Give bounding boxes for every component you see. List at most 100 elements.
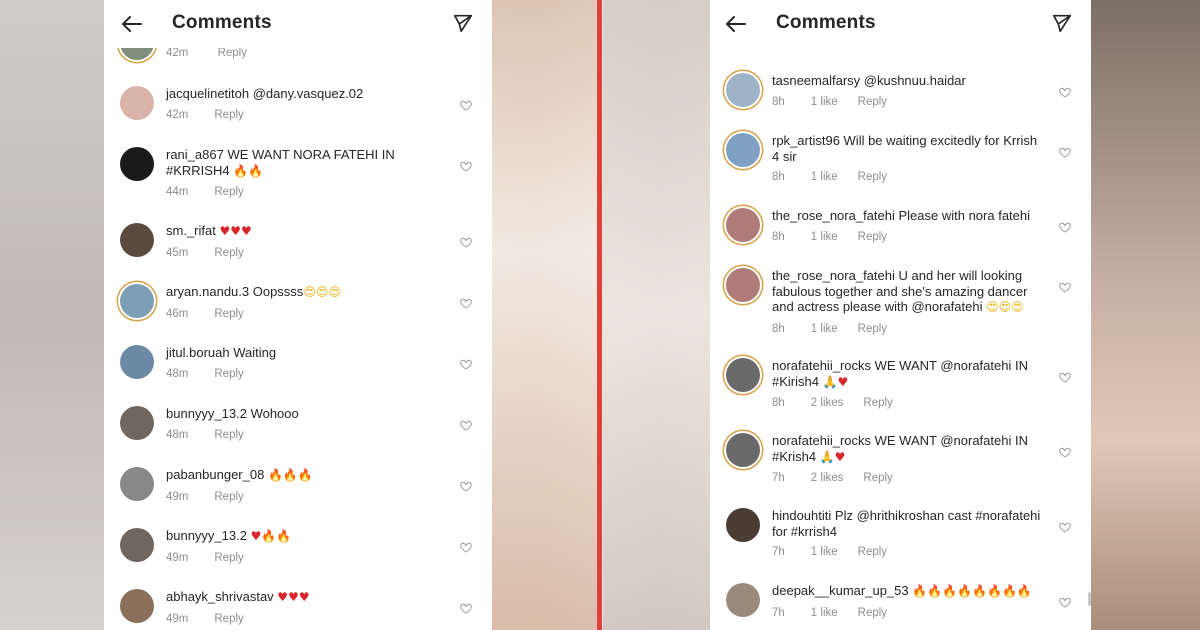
avatar[interactable] [120,147,154,181]
username[interactable]: hindouhtiti [772,508,831,523]
likes-count[interactable]: 1 like [811,230,838,246]
reply-link[interactable]: Reply [214,428,243,444]
avatar[interactable] [726,268,760,302]
comment-time: 8h [772,171,785,183]
reply-link[interactable]: Reply [858,606,887,622]
comment-meta: 44m Reply [166,185,448,201]
comment-meta: 8h 1 like Reply [772,95,1047,111]
username[interactable]: pabanbunger_08 [166,467,264,482]
reply-link[interactable]: Reply [214,551,243,567]
username[interactable]: bunnyyy_13.2 [166,528,247,543]
avatar[interactable] [120,467,154,501]
avatar[interactable] [120,86,154,120]
send-icon[interactable] [1051,12,1073,34]
comment-text-line: sm._rifat ♥♥♥ [166,223,448,240]
avatar[interactable] [726,583,760,617]
username[interactable]: abhayk_shrivastav [166,589,274,604]
username[interactable]: bunnyyy_13.2 [166,406,247,421]
username[interactable]: tasneemalfarsy [772,73,860,88]
heart-outline-icon[interactable] [460,601,472,614]
heart-outline-icon[interactable] [460,98,472,111]
likes-count[interactable]: 1 like [811,606,838,622]
reply-link[interactable]: Reply [214,307,243,323]
username[interactable]: the_rose_nora_fatehi [772,268,895,283]
reply-link[interactable]: Reply [863,396,892,412]
heart-outline-icon[interactable] [1059,280,1071,293]
avatar[interactable] [120,589,154,623]
avatar[interactable] [726,433,760,467]
comment-body: jitul.boruah Waiting 48m Reply [166,345,448,382]
username[interactable]: jacquelinetitoh [166,86,249,101]
avatar[interactable] [120,528,154,562]
likes-count[interactable]: 1 like [811,545,838,561]
username[interactable]: rpk_artist96 [772,133,840,148]
heart-outline-icon[interactable] [1059,595,1071,608]
scrollbar[interactable] [1088,592,1091,606]
avatar[interactable] [120,406,154,440]
reply-link[interactable]: Reply [218,47,247,59]
heart-outline-icon[interactable] [460,159,472,172]
reply-link[interactable]: Reply [214,490,243,506]
reply-link[interactable]: Reply [214,246,243,262]
heart-outline-icon[interactable] [1059,445,1071,458]
comment-text-line: aryan.nandu.3 Oopssss😍😍😍 [166,284,448,301]
username[interactable]: norafatehii_rocks [772,433,871,448]
avatar[interactable] [726,508,760,542]
split-divider [597,0,602,630]
avatar[interactable] [120,284,154,318]
username[interactable]: the_rose_nora_fatehi [772,208,895,223]
comment-meta: 49m Reply [166,551,448,567]
reply-link[interactable]: Reply [214,612,243,628]
username[interactable]: jitul.boruah [166,345,230,360]
avatar[interactable] [726,208,760,242]
reply-link[interactable]: Reply [858,545,887,561]
comments-screen-right: Comments tasneemalfarsy @kushnuu.haidar 8… [710,0,1091,630]
reply-link[interactable]: Reply [214,108,243,124]
likes-count[interactable]: 1 like [811,95,838,111]
heart-outline-icon[interactable] [1059,370,1071,383]
comment-meta: 42m Reply [166,108,448,124]
heart-outline-icon[interactable] [1059,145,1071,158]
comment-text-line: rani_a867 WE WANT NORA FATEHI IN #KRRISH… [166,147,448,179]
back-arrow-icon[interactable] [120,12,144,36]
comment-text-line: pabanbunger_08 🔥🔥🔥 [166,467,448,484]
reply-link[interactable]: Reply [214,185,243,201]
avatar[interactable] [726,73,760,107]
heart-outline-icon[interactable] [1059,520,1071,533]
avatar[interactable] [726,133,760,167]
send-icon[interactable] [452,12,474,34]
heart-outline-icon[interactable] [460,479,472,492]
likes-count[interactable]: 2 likes [811,471,844,487]
back-arrow-icon[interactable] [724,12,748,36]
likes-count[interactable]: 2 likes [811,396,844,412]
comment-time: 49m [166,551,189,564]
likes-count[interactable]: 1 like [811,170,838,186]
reply-link[interactable]: Reply [858,170,887,186]
comment-body: hindouhtiti Plz @hrithikroshan cast #nor… [772,508,1047,561]
heart-outline-icon[interactable] [460,540,472,553]
username[interactable]: rani_a867 [166,147,224,162]
heart-outline-icon[interactable] [1059,220,1071,233]
comment-time: 42m [166,47,189,59]
heart-outline-icon[interactable] [460,418,472,431]
username[interactable]: sm._rifat [166,223,216,238]
comment-time: 48m [166,367,189,380]
username[interactable]: aryan.nandu.3 [166,284,249,299]
avatar[interactable] [120,223,154,257]
avatar[interactable] [726,358,760,392]
reply-link[interactable]: Reply [858,230,887,246]
username[interactable]: norafatehii_rocks [772,358,871,373]
likes-count[interactable]: 1 like [811,322,838,338]
reply-link[interactable]: Reply [863,471,892,487]
username[interactable]: deepak__kumar_up_53 [772,583,909,598]
avatar[interactable] [120,345,154,379]
heart-outline-icon[interactable] [460,357,472,370]
reply-link[interactable]: Reply [214,367,243,383]
comment-time: 49m [166,490,189,503]
comment-body: aryan.nandu.3 Oopssss😍😍😍 46m Reply [166,284,448,322]
heart-outline-icon[interactable] [460,296,472,309]
heart-outline-icon[interactable] [460,235,472,248]
heart-outline-icon[interactable] [1059,85,1071,98]
reply-link[interactable]: Reply [858,95,887,111]
reply-link[interactable]: Reply [858,322,887,338]
